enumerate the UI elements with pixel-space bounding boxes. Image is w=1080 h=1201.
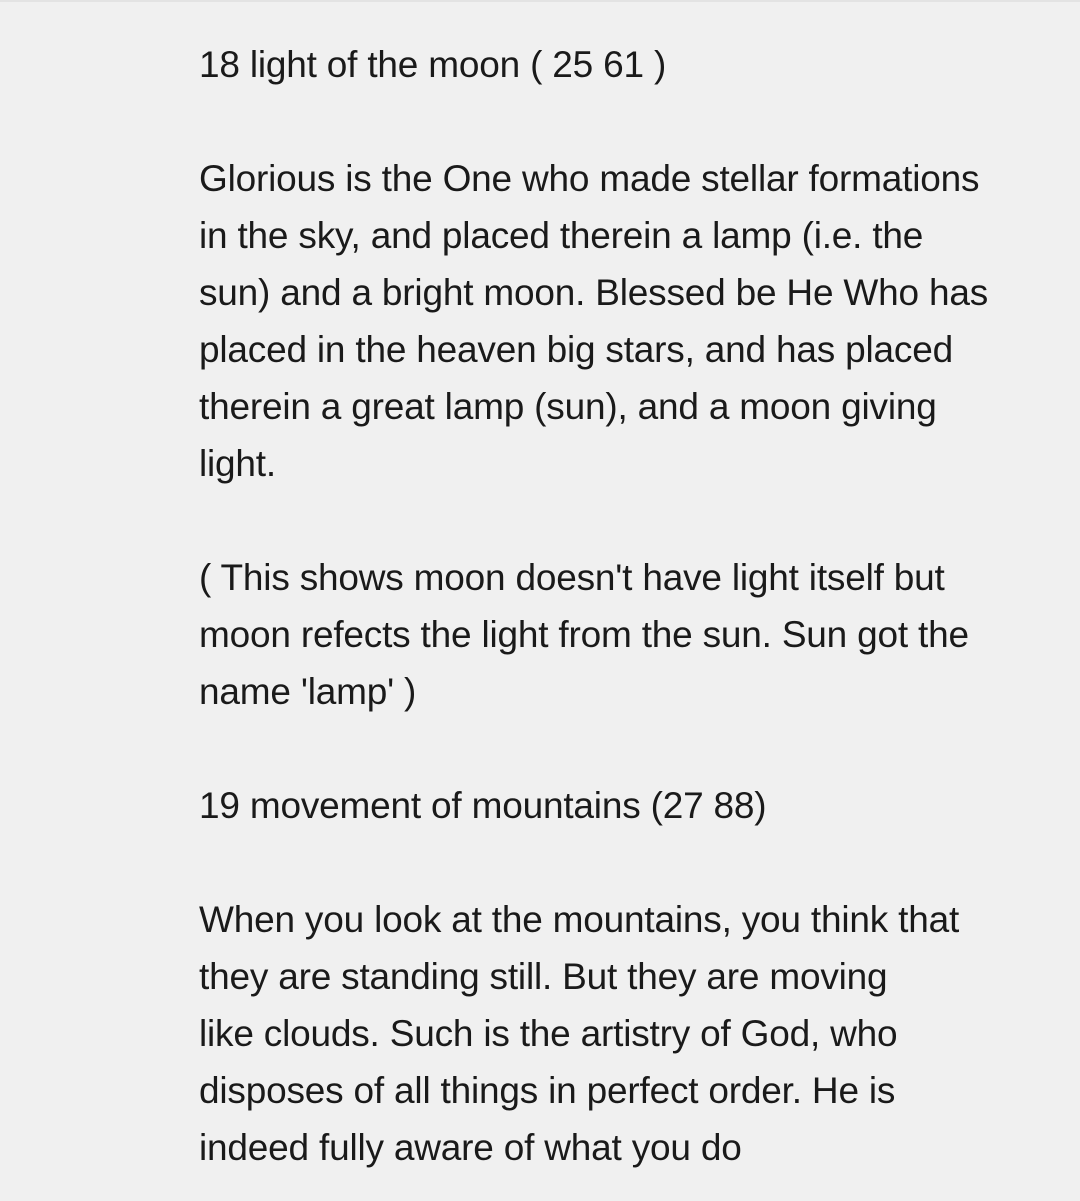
top-divider [0, 0, 1080, 2]
section-19-heading: 19 movement of mountains (27 88) [199, 785, 767, 826]
section-18-heading: 18 light of the moon ( 25 61 ) [199, 44, 667, 85]
section-18-verse: Glorious is the One who made stellar for… [199, 158, 989, 484]
section-18-comment: ( This shows moon doesn't have light its… [199, 557, 969, 712]
section-19-verse: When you look at the mountains, you thin… [199, 899, 960, 1168]
note-body[interactable]: 18 light of the moon ( 25 61 ) Glorious … [199, 36, 1059, 1176]
